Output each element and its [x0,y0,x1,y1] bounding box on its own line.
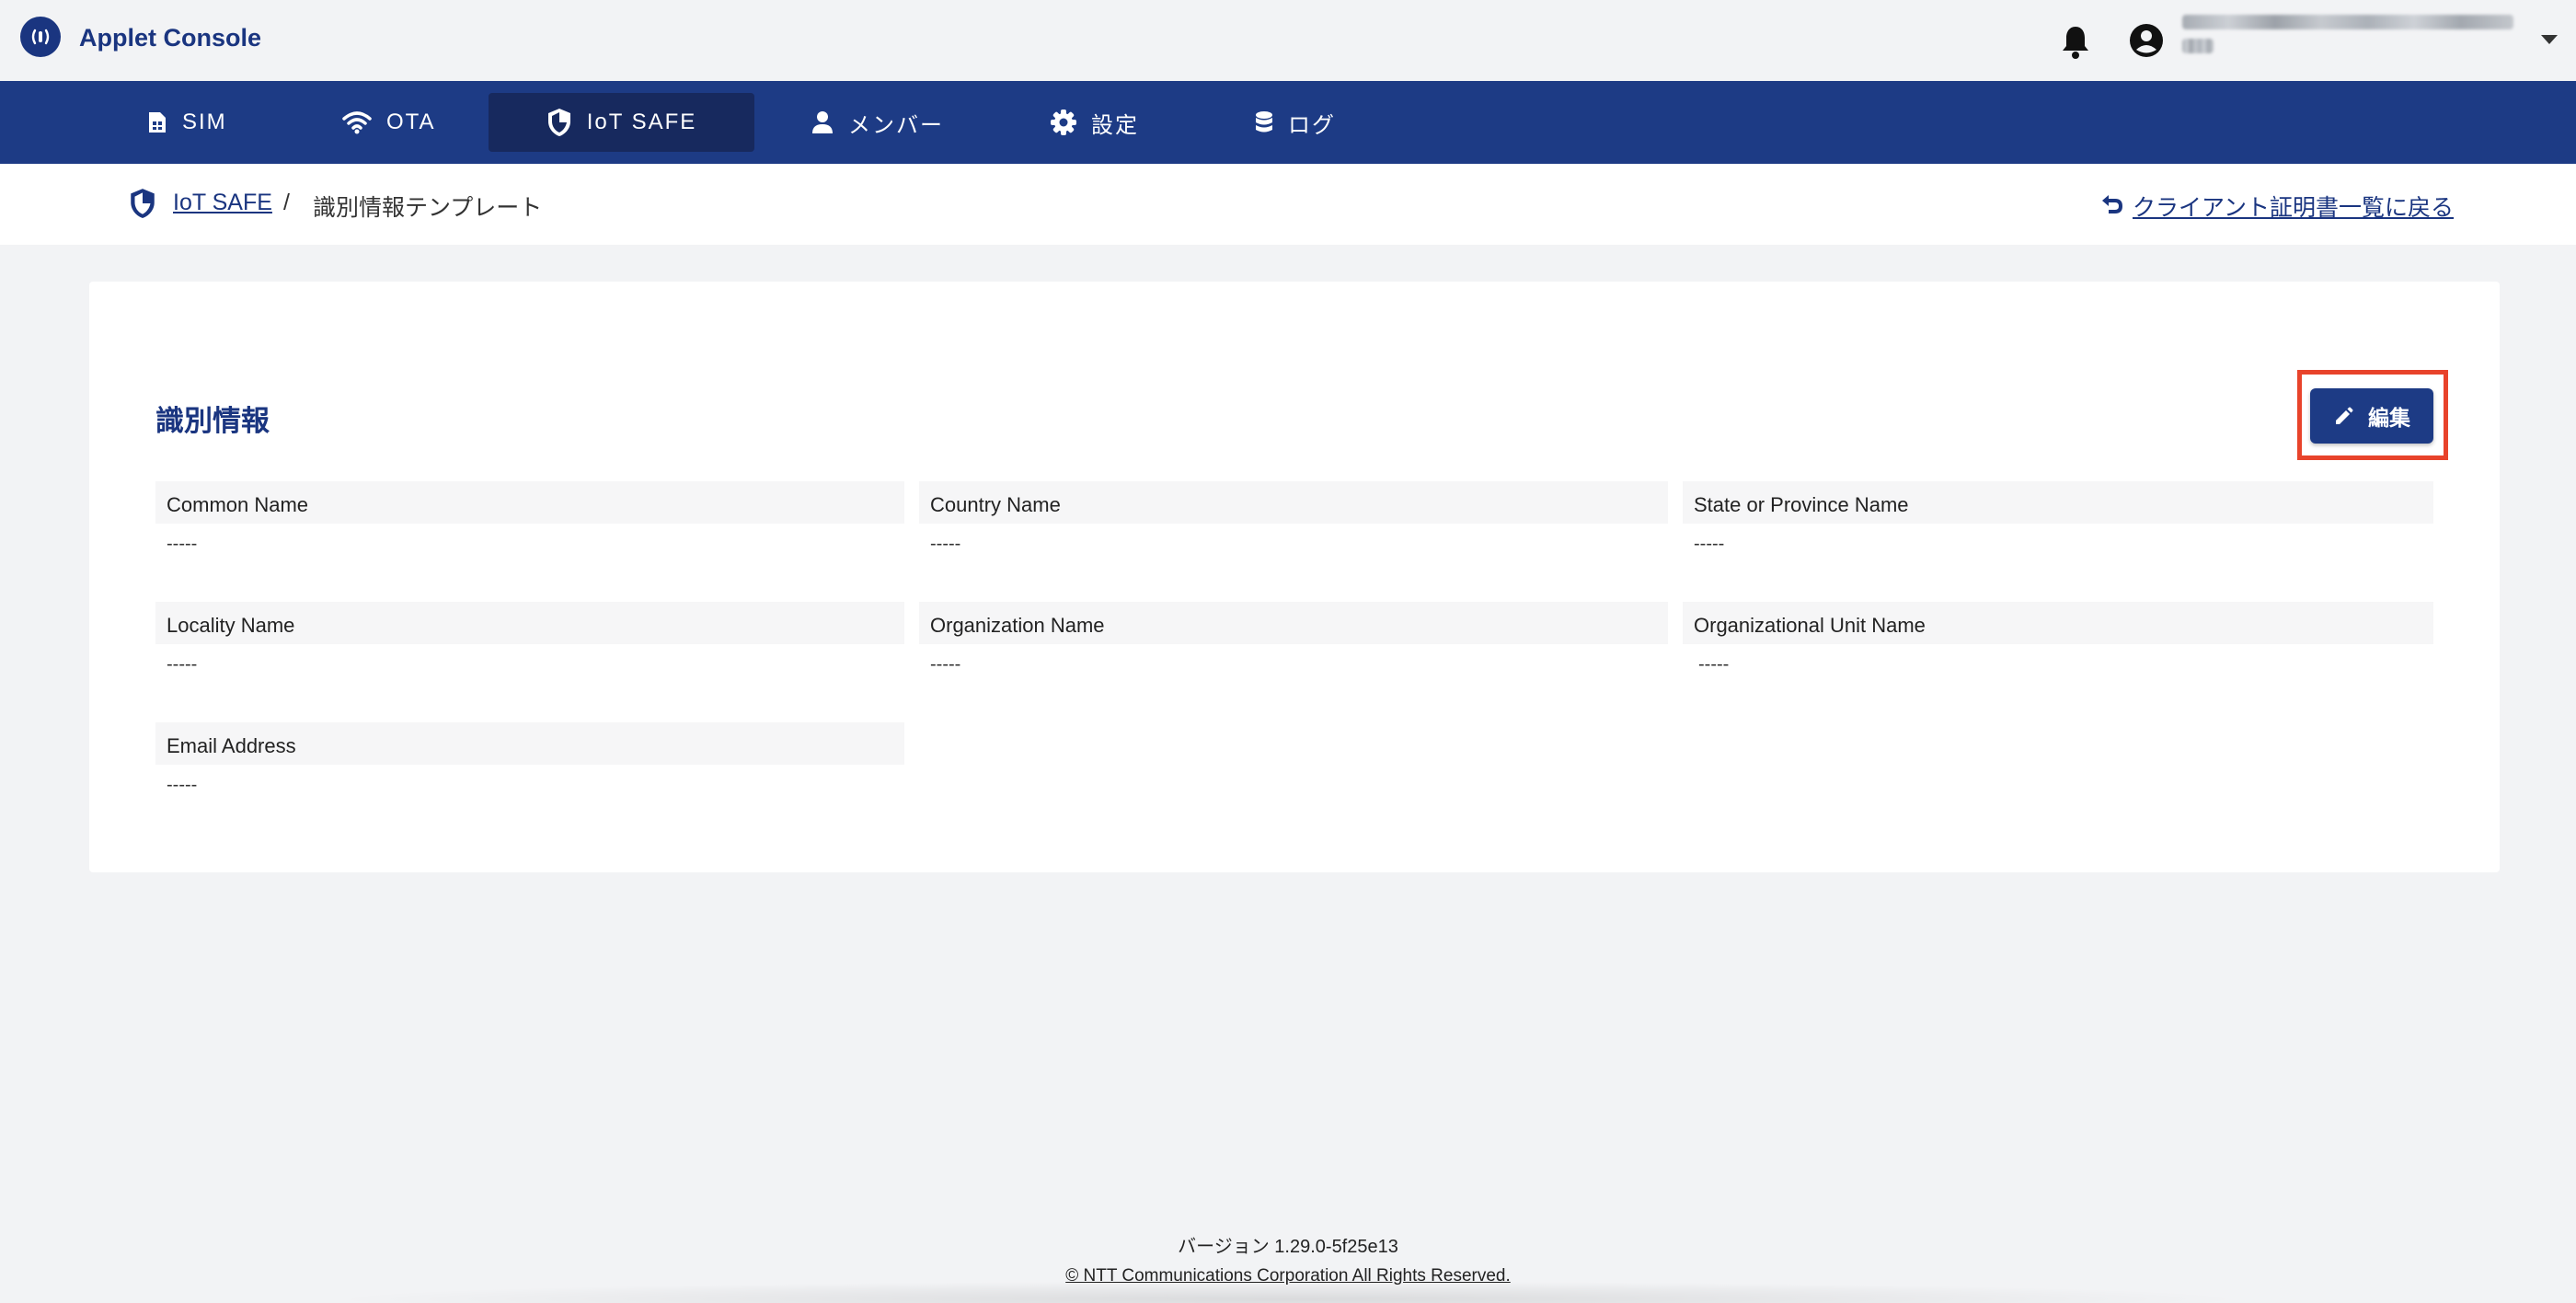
main-nav: SIM OTA IoT SAFE メンバー 設定 ログ [0,81,2576,164]
field-label-email-address: Email Address [155,722,904,765]
database-icon [1256,111,1272,133]
section-title: 識別情報 [155,405,270,437]
signal-icon[interactable] [20,17,61,57]
field-value-state-name: ----- [1694,534,1725,554]
shield-icon [547,109,570,136]
edit-button[interactable]: 編集 [2310,388,2433,444]
field-label-locality-name: Locality Name [155,602,904,644]
field-label-state-name: State or Province Name [1683,481,2433,524]
field-value-organization-name: ----- [930,654,961,675]
nav-item-ota[interactable]: OTA [342,93,436,152]
shield-icon [129,188,156,219]
nav-label: IoT SAFE [586,110,697,134]
account-circle-icon[interactable] [2129,23,2164,58]
breadcrumb: IoT SAFE / 識別情報テンプレート クライアント証明書一覧に戻る [0,164,2576,245]
field-label-country-name: Country Name [919,481,1668,524]
field-value-common-name: ----- [167,534,198,554]
breadcrumb-separator: / [283,190,290,215]
copyright-link[interactable]: © NTT Communications Corporation All Rig… [1065,1266,1511,1286]
field-label-common-name: Common Name [155,481,904,524]
edit-button-label: 編集 [2368,406,2410,430]
person-icon [812,111,833,133]
nav-item-logs[interactable]: ログ [1255,93,1336,152]
footer-copyright[interactable]: © NTT Communications Corporation All Rig… [0,1266,2576,1286]
breadcrumb-root-link[interactable]: IoT SAFE [173,190,272,216]
sim-card-icon [149,112,166,133]
nav-item-settings[interactable]: 設定 [1051,93,1139,152]
gear-icon [1051,110,1076,135]
account-name-redacted[interactable] [2182,15,2513,64]
app-title[interactable]: Applet Console [79,24,261,52]
field-label-organizational-unit-name: Organizational Unit Name [1683,602,2433,644]
caret-down-icon[interactable] [2541,35,2558,44]
nav-label: メンバー [848,112,944,138]
wifi-icon [342,111,372,134]
nav-label: SIM [182,110,227,134]
nav-item-sim[interactable]: SIM [147,93,227,152]
field-label-organization-name: Organization Name [919,602,1668,644]
identity-info-card: 識別情報 編集 Common Name ----- Country Name -… [89,282,2500,872]
field-value-locality-name: ----- [167,654,198,675]
nav-label: ログ [1288,112,1336,138]
bell-icon[interactable] [2059,24,2092,61]
footer-version: バージョン 1.29.0-5f25e13 [1178,1237,1398,1257]
nav-label: OTA [386,110,436,134]
nav-item-members[interactable]: メンバー [811,93,944,152]
top-header: Applet Console [0,0,2576,81]
pencil-icon [2336,407,2353,424]
breadcrumb-current: 識別情報テンプレート [313,195,543,221]
back-to-certificates-link[interactable]: クライアント証明書一覧に戻る [2133,190,2454,223]
nav-label: 設定 [1091,112,1139,138]
field-value-organizational-unit-name: ----- [1698,654,1730,675]
back-arrow-icon[interactable] [2099,191,2123,217]
field-value-country-name: ----- [930,534,961,554]
field-value-email-address: ----- [167,775,198,795]
nav-item-iot-safe[interactable]: IoT SAFE [489,93,754,152]
